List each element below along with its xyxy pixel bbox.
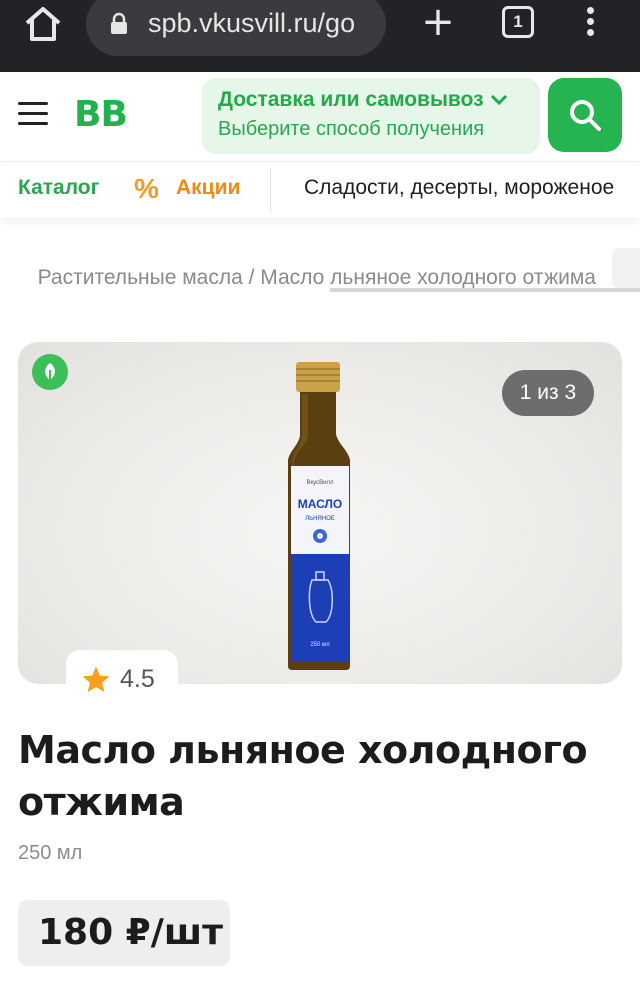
home-icon[interactable] bbox=[22, 4, 64, 44]
product-gallery[interactable]: 1 из 3 ВкусВилл МАСЛО ЛЬНЯНОЕ 250 мл bbox=[18, 342, 622, 684]
search-icon bbox=[570, 100, 601, 131]
lock-icon bbox=[110, 12, 128, 34]
rating-value: 4.5 bbox=[120, 665, 155, 693]
product-volume: 250 мл bbox=[18, 842, 83, 864]
image-counter: 1 из 3 bbox=[502, 370, 594, 416]
price-text: 180 ₽/шт bbox=[38, 912, 223, 953]
breadcrumb-scrollbar[interactable] bbox=[330, 288, 640, 292]
star-icon bbox=[82, 666, 110, 692]
rating-badge: 4.5 bbox=[66, 650, 178, 708]
new-tab-button[interactable]: + bbox=[420, 2, 456, 42]
delivery-title-text: Доставка или самовывоз bbox=[218, 88, 484, 111]
nav-category-sweets[interactable]: Сладости, десерты, мороженое bbox=[304, 176, 614, 200]
bottle-subtitle-text: ЛЬНЯНОЕ bbox=[305, 516, 335, 522]
bottle-volume-text: 250 мл bbox=[310, 642, 330, 648]
chevron-down-icon bbox=[490, 88, 508, 112]
bottle-title-text: МАСЛО bbox=[298, 497, 342, 511]
menu-icon[interactable] bbox=[18, 102, 48, 126]
promo-link[interactable]: Акции bbox=[176, 176, 240, 200]
catalog-link[interactable]: Каталог bbox=[18, 176, 99, 200]
delivery-selector[interactable]: Доставка или самовывоз Выберите способ п… bbox=[202, 78, 540, 154]
leaf-icon bbox=[32, 354, 68, 390]
category-nav: Каталог % Акции Сладости, десерты, морож… bbox=[0, 162, 640, 218]
product-image: ВкусВилл МАСЛО ЛЬНЯНОЕ 250 мл bbox=[288, 362, 350, 670]
search-button[interactable] bbox=[548, 78, 622, 152]
nav-divider bbox=[270, 168, 271, 212]
logo[interactable]: ВВ bbox=[74, 94, 128, 135]
tab-switcher-button[interactable]: 1 bbox=[502, 6, 534, 38]
delivery-subtitle: Выберите способ получения bbox=[218, 118, 485, 141]
site-header: ВВ Доставка или самовывоз Выберите спосо… bbox=[0, 72, 640, 162]
bottle-brand-text: ВкусВилл bbox=[307, 480, 334, 486]
url-text: spb.vkusvill.ru/go bbox=[148, 8, 356, 38]
product-title: Масло льняное холодного отжима bbox=[18, 728, 588, 824]
price-badge: 180 ₽/шт bbox=[18, 900, 230, 966]
address-bar[interactable]: spb.vkusvill.ru/go bbox=[86, 0, 386, 56]
more-menu-icon[interactable] bbox=[578, 4, 602, 42]
delivery-title: Доставка или самовывоз bbox=[218, 88, 524, 112]
browser-toolbar: spb.vkusvill.ru/go + 1 bbox=[0, 0, 640, 72]
breadcrumb-text[interactable]: Растительные масла / Масло льняное холод… bbox=[38, 266, 596, 290]
percent-icon: % bbox=[134, 173, 159, 204]
